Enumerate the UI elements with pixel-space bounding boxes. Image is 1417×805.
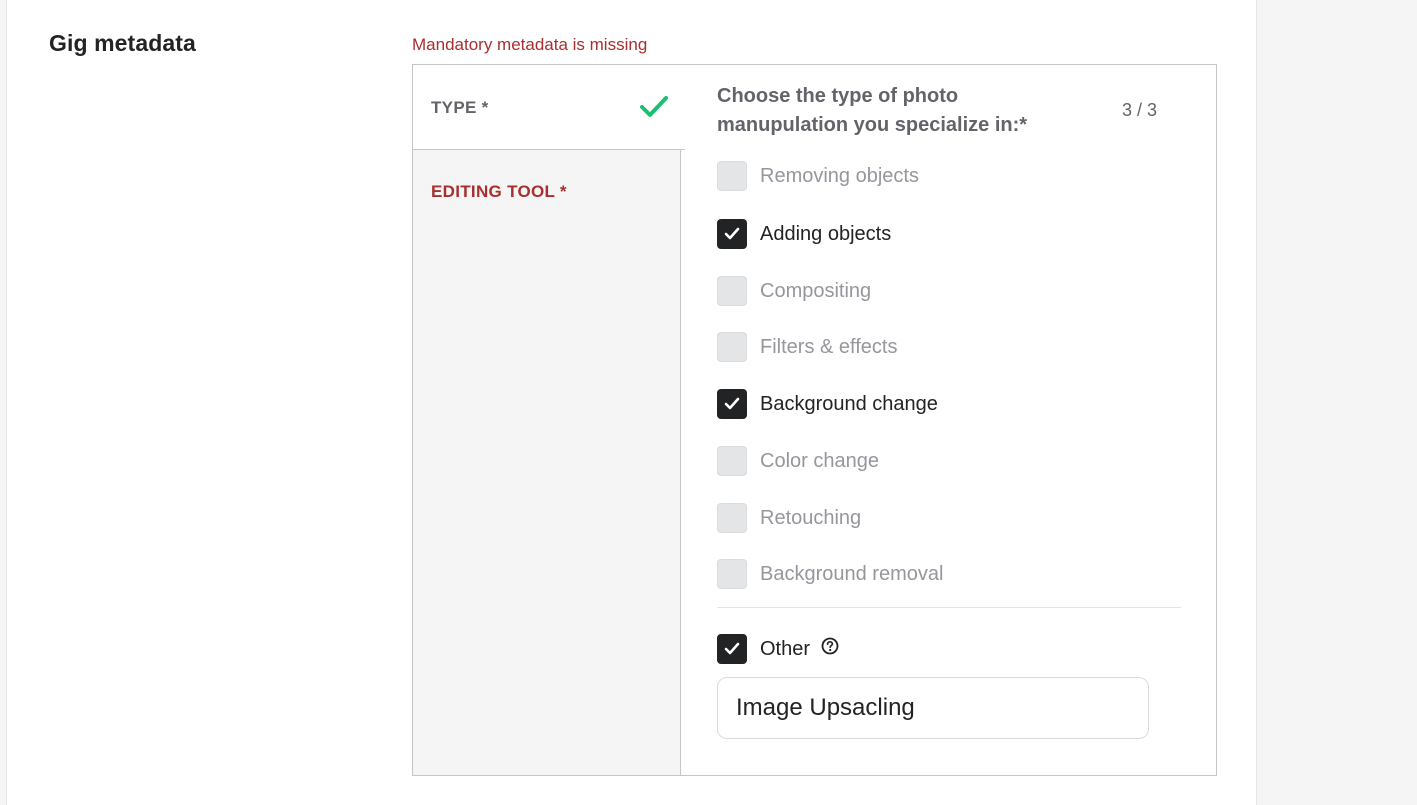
checkbox[interactable] bbox=[717, 219, 747, 249]
option-label: Background removal bbox=[760, 563, 944, 585]
metadata-nav: TYPE * EDITING TOOL * bbox=[413, 65, 685, 775]
nav-item-type-label: TYPE * bbox=[431, 98, 489, 117]
checkmark-icon bbox=[724, 397, 740, 410]
checkbox[interactable] bbox=[717, 389, 747, 419]
metadata-options: Choose the type of photo manupulation yo… bbox=[681, 65, 1216, 775]
question-circle-icon[interactable] bbox=[821, 637, 839, 655]
checkmark-icon bbox=[640, 96, 668, 117]
option-filters-effects[interactable]: Filters & effects bbox=[717, 332, 897, 362]
option-label: Removing objects bbox=[760, 165, 919, 187]
option-background-change[interactable]: Background change bbox=[717, 389, 938, 419]
nav-item-editing-tool-label: EDITING TOOL * bbox=[431, 182, 567, 201]
checkbox[interactable] bbox=[717, 161, 747, 191]
option-removing-objects[interactable]: Removing objects bbox=[717, 161, 919, 191]
error-message: Mandatory metadata is missing bbox=[412, 35, 648, 54]
option-label: Background change bbox=[760, 393, 938, 415]
question-text: Choose the type of photo manupulation yo… bbox=[717, 85, 1028, 136]
option-label: Adding objects bbox=[760, 223, 892, 245]
option-label: Color change bbox=[760, 450, 879, 472]
option-retouching[interactable]: Retouching bbox=[717, 503, 861, 533]
option-compositing[interactable]: Compositing bbox=[717, 276, 871, 306]
option-label: Retouching bbox=[760, 507, 862, 529]
option-other[interactable]: Other bbox=[717, 634, 839, 664]
nav-item-editing-tool[interactable]: EDITING TOOL * bbox=[413, 177, 681, 207]
checkbox[interactable] bbox=[717, 276, 747, 306]
metadata-panel: TYPE * EDITING TOOL * Choose the type of… bbox=[412, 64, 1217, 776]
option-label: Filters & effects bbox=[760, 336, 898, 358]
section-title: Gig metadata bbox=[49, 30, 196, 56]
checkbox[interactable] bbox=[717, 332, 747, 362]
gig-metadata-card: Gig metadata Mandatory metadata is missi… bbox=[6, 0, 1257, 805]
checkbox[interactable] bbox=[717, 634, 747, 664]
checkbox[interactable] bbox=[717, 446, 747, 476]
divider bbox=[717, 607, 1181, 608]
checkbox[interactable] bbox=[717, 503, 747, 533]
option-background-removal[interactable]: Background removal bbox=[717, 559, 943, 589]
checkmark-icon bbox=[724, 642, 740, 655]
checkmark-icon bbox=[724, 227, 740, 240]
option-adding-objects[interactable]: Adding objects bbox=[717, 219, 891, 249]
page-gutter bbox=[1257, 0, 1417, 805]
option-label: Compositing bbox=[760, 280, 872, 302]
option-label: Other bbox=[760, 638, 811, 660]
checkbox[interactable] bbox=[717, 559, 747, 589]
selection-counter: 3 / 3 bbox=[1122, 100, 1158, 120]
nav-item-type[interactable]: TYPE * bbox=[413, 65, 685, 150]
other-text-input[interactable] bbox=[717, 677, 1149, 739]
option-color-change[interactable]: Color change bbox=[717, 446, 879, 476]
